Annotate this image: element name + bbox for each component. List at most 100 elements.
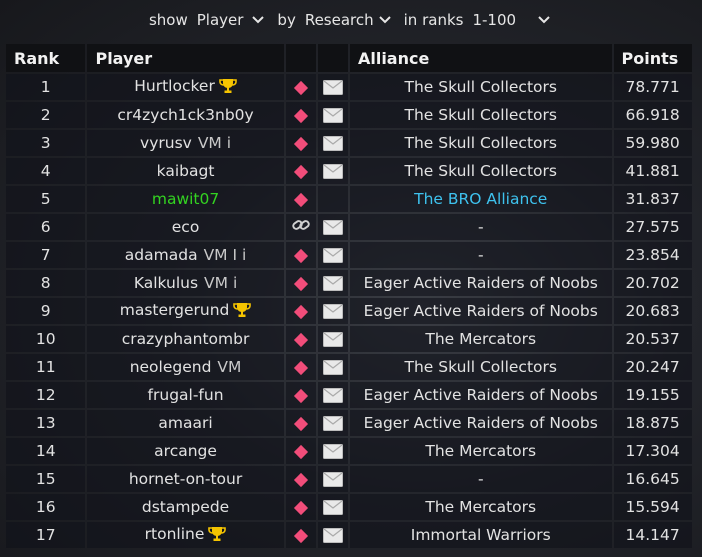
action-cell bbox=[285, 158, 316, 184]
rank-cell: 10 bbox=[6, 326, 86, 352]
alliance-cell[interactable]: The Skull Collectors bbox=[349, 130, 612, 156]
link-icon[interactable] bbox=[291, 218, 310, 236]
diamond-icon[interactable] bbox=[293, 164, 308, 179]
diamond-icon[interactable] bbox=[293, 416, 308, 431]
diamond-icon[interactable] bbox=[293, 248, 308, 263]
player-name-link[interactable]: rtonline bbox=[145, 525, 205, 543]
mail-icon[interactable] bbox=[322, 276, 343, 291]
points-column-header[interactable]: Points bbox=[613, 44, 692, 72]
alliance-column-header[interactable]: Alliance bbox=[349, 44, 612, 72]
rank-cell: 5 bbox=[6, 186, 86, 212]
alliance-cell[interactable]: The Skull Collectors bbox=[349, 74, 612, 100]
player-name-link[interactable]: eco bbox=[172, 218, 200, 236]
diamond-icon[interactable] bbox=[293, 108, 308, 123]
player-name-link[interactable]: neolegend bbox=[130, 358, 212, 376]
diamond-icon[interactable] bbox=[293, 360, 308, 375]
action-cell bbox=[285, 438, 316, 464]
diamond-icon[interactable] bbox=[293, 136, 308, 151]
diamond-icon[interactable] bbox=[293, 276, 308, 291]
table-row: 12 frugal-fun Eager Active Raiders of Noob… bbox=[6, 382, 692, 408]
points-cell: 59.980 bbox=[613, 130, 692, 156]
alliance-cell[interactable]: The BRO Alliance bbox=[349, 186, 612, 212]
alliance-cell[interactable]: The Mercators bbox=[349, 438, 612, 464]
rank-cell: 14 bbox=[6, 438, 86, 464]
mail-icon[interactable] bbox=[322, 220, 343, 235]
rank-cell: 8 bbox=[6, 270, 86, 296]
player-name-link[interactable]: mawit07 bbox=[152, 190, 219, 208]
diamond-icon[interactable] bbox=[293, 528, 308, 543]
ranks-select-value: 1-100 bbox=[472, 11, 517, 29]
player-name-link[interactable]: arcange bbox=[154, 442, 217, 460]
mail-icon[interactable] bbox=[322, 472, 343, 487]
mail-icon[interactable] bbox=[322, 416, 343, 431]
action-cell bbox=[285, 466, 316, 492]
mail-icon[interactable] bbox=[322, 304, 343, 319]
ranking-filter-bar: show Player by Research in ranks 1-100 bbox=[0, 0, 702, 40]
player-name-link[interactable]: vyrusv bbox=[140, 134, 192, 152]
player-column-header[interactable]: Player bbox=[87, 44, 284, 72]
show-select-value: Player bbox=[196, 11, 244, 29]
points-cell: 20.683 bbox=[613, 298, 692, 324]
action-cell bbox=[285, 102, 316, 128]
table-header-row: Rank Player Alliance Points bbox=[6, 44, 692, 72]
mail-icon[interactable] bbox=[322, 444, 343, 459]
mail-icon[interactable] bbox=[322, 388, 343, 403]
alliance-cell[interactable]: The Mercators bbox=[349, 494, 612, 520]
alliance-cell[interactable]: Eager Active Raiders of Noobs bbox=[349, 410, 612, 436]
mail-icon[interactable] bbox=[322, 108, 343, 123]
diamond-icon[interactable] bbox=[293, 192, 308, 207]
player-cell: mawit07 bbox=[87, 186, 284, 212]
diamond-icon[interactable] bbox=[293, 304, 308, 319]
diamond-icon[interactable] bbox=[293, 472, 308, 487]
mail-icon[interactable] bbox=[322, 360, 343, 375]
alliance-cell[interactable]: Eager Active Raiders of Noobs bbox=[349, 270, 612, 296]
diamond-icon[interactable] bbox=[293, 500, 308, 515]
mail-icon[interactable] bbox=[322, 500, 343, 515]
player-name-link[interactable]: dstampede bbox=[142, 498, 229, 516]
ranking-table: Rank Player Alliance Points 1 Hurtlocker T… bbox=[4, 42, 694, 550]
mail-icon[interactable] bbox=[322, 164, 343, 179]
player-name-link[interactable]: mastergerund bbox=[120, 301, 230, 319]
rank-column-header[interactable]: Rank bbox=[6, 44, 86, 72]
player-name-link[interactable]: crazyphantombr bbox=[122, 330, 250, 348]
mail-icon[interactable] bbox=[322, 528, 343, 543]
player-name-link[interactable]: Hurtlocker bbox=[134, 77, 215, 95]
mail-icon[interactable] bbox=[322, 80, 343, 95]
show-select[interactable]: Player bbox=[197, 11, 269, 29]
player-name-link[interactable]: frugal-fun bbox=[148, 386, 224, 404]
action-cell bbox=[285, 270, 316, 296]
by-select-value: Research bbox=[304, 11, 374, 29]
alliance-cell[interactable]: Eager Active Raiders of Noobs bbox=[349, 298, 612, 324]
trophy-icon bbox=[219, 78, 237, 98]
player-name-link[interactable]: Kalkulus bbox=[134, 274, 198, 292]
message-cell bbox=[317, 130, 348, 156]
player-name-link[interactable]: amaari bbox=[158, 414, 212, 432]
alliance-cell[interactable]: The Skull Collectors bbox=[349, 354, 612, 380]
diamond-icon[interactable] bbox=[293, 444, 308, 459]
chevron-down-icon bbox=[252, 16, 265, 24]
alliance-cell[interactable]: Eager Active Raiders of Noobs bbox=[349, 382, 612, 408]
alliance-cell[interactable]: The Skull Collectors bbox=[349, 102, 612, 128]
points-cell: 18.875 bbox=[613, 410, 692, 436]
show-label: show bbox=[148, 11, 188, 29]
mail-icon[interactable] bbox=[322, 332, 343, 347]
mail-icon[interactable] bbox=[322, 248, 343, 263]
player-cell: crazyphantombr bbox=[87, 326, 284, 352]
diamond-icon[interactable] bbox=[293, 388, 308, 403]
player-name-link[interactable]: kaibagt bbox=[157, 162, 215, 180]
diamond-icon[interactable] bbox=[293, 80, 308, 95]
points-cell: 20.247 bbox=[613, 354, 692, 380]
player-name-link[interactable]: hornet-on-tour bbox=[129, 470, 242, 488]
mail-icon[interactable] bbox=[322, 136, 343, 151]
by-select[interactable]: Research bbox=[305, 11, 395, 29]
player-name-link[interactable]: cr4zych1ck3nb0y bbox=[117, 106, 253, 124]
ranks-select[interactable]: 1-100 bbox=[472, 11, 554, 29]
player-name-link[interactable]: adamada bbox=[125, 246, 198, 264]
trophy-icon bbox=[208, 526, 227, 546]
diamond-icon[interactable] bbox=[293, 332, 308, 347]
message-cell bbox=[317, 522, 348, 548]
points-cell: 20.702 bbox=[613, 270, 692, 296]
alliance-cell[interactable]: The Skull Collectors bbox=[349, 158, 612, 184]
alliance-cell[interactable]: Immortal Warriors bbox=[349, 522, 612, 548]
alliance-cell[interactable]: The Mercators bbox=[349, 326, 612, 352]
